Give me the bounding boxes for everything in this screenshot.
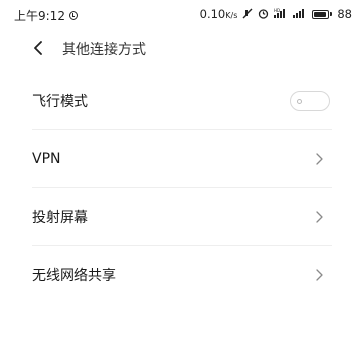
chevron-left-icon bbox=[34, 41, 42, 55]
vpn-label: VPN bbox=[32, 150, 61, 167]
airplane-mode-row[interactable]: 飞行模式 bbox=[32, 72, 332, 130]
svg-text:HD: HD bbox=[274, 8, 280, 13]
page-title: 其他连接方式 bbox=[62, 42, 146, 58]
settings-list: 飞行模式 VPN 投射屏幕 无线网络共享 bbox=[0, 72, 362, 303]
battery-icon bbox=[312, 9, 333, 19]
cast-screen-label: 投射屏幕 bbox=[32, 209, 88, 226]
back-button[interactable] bbox=[28, 38, 48, 58]
cast-screen-row[interactable]: 投射屏幕 bbox=[32, 188, 332, 246]
toggle-knob bbox=[297, 98, 302, 104]
sync-icon bbox=[68, 11, 78, 20]
chevron-right-icon bbox=[316, 268, 323, 281]
header: 其他连接方式 bbox=[0, 30, 362, 66]
vpn-row[interactable]: VPN bbox=[32, 130, 332, 188]
status-bar: 上午9:12 0.10K/s HD 88 bbox=[0, 0, 362, 28]
signal-icon bbox=[293, 8, 307, 20]
network-speed: 0.10K/s bbox=[199, 7, 238, 21]
mute-icon bbox=[242, 8, 253, 21]
alarm-icon bbox=[258, 8, 269, 21]
tethering-row[interactable]: 无线网络共享 bbox=[32, 246, 332, 303]
tethering-label: 无线网络共享 bbox=[32, 267, 116, 284]
airplane-mode-label: 飞行模式 bbox=[32, 93, 88, 110]
signal-icon: HD bbox=[274, 8, 288, 20]
airplane-mode-toggle[interactable] bbox=[290, 90, 330, 111]
status-left: 上午9:12 bbox=[14, 7, 78, 24]
chevron-right-icon bbox=[316, 210, 323, 223]
battery-percent: 88 bbox=[337, 7, 352, 21]
chevron-right-icon bbox=[316, 152, 323, 165]
status-right: 0.10K/s HD 88 bbox=[200, 7, 352, 21]
status-time: 上午9:12 bbox=[14, 9, 65, 23]
